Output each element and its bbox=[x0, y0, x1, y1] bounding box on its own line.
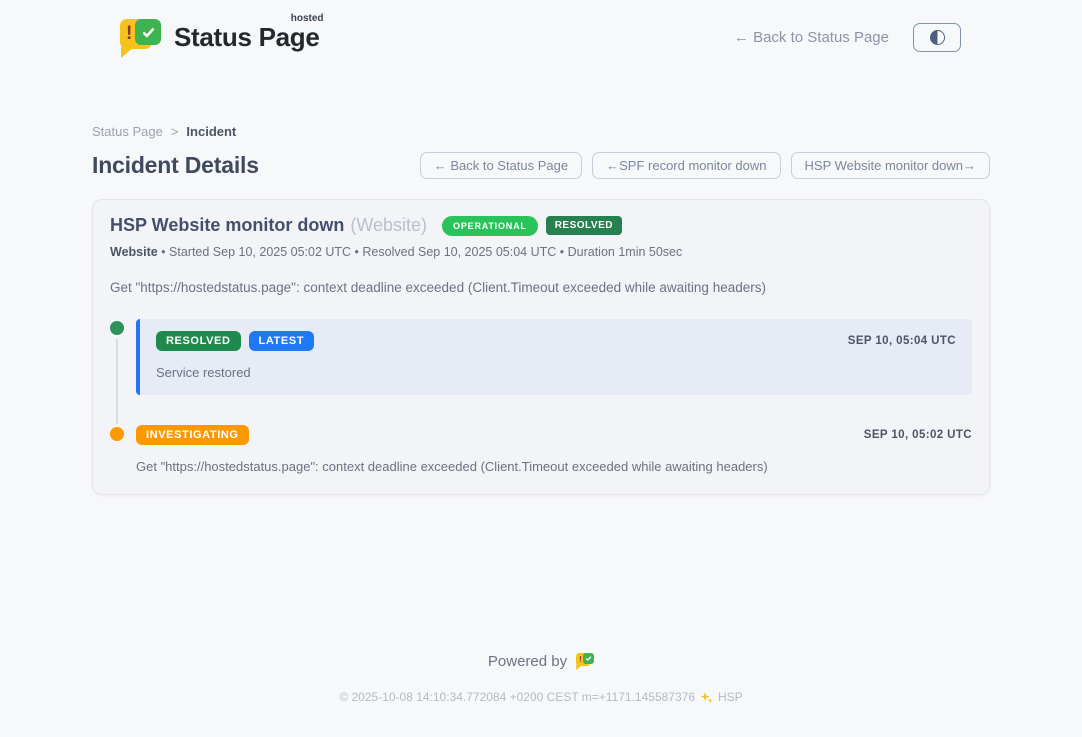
timeline-dot-investigating bbox=[110, 427, 124, 441]
timeline-message: Get "https://hostedstatus.page": context… bbox=[136, 459, 972, 474]
copyright-line: © 2025-10-08 14:10:34.772084 +0200 CEST … bbox=[0, 690, 1082, 704]
header-back-to-status-page-link[interactable]: ← Back to Status Page bbox=[734, 29, 889, 46]
timeline-timestamp: SEP 10, 05:04 UTC bbox=[848, 335, 956, 347]
resolved-state-badge: RESOLVED bbox=[546, 216, 622, 235]
copyright-brand: HSP bbox=[718, 690, 743, 704]
main-content: Status Page > Incident Incident Details … bbox=[92, 124, 990, 495]
powered-by-label: Powered by bbox=[488, 653, 567, 670]
operational-status-badge: OPERATIONAL bbox=[442, 216, 538, 236]
breadcrumb: Status Page > Incident bbox=[92, 124, 990, 139]
page-title: Incident Details bbox=[92, 152, 259, 179]
logo-check-icon bbox=[135, 19, 161, 45]
footer: Powered by ! © 2025-10-08 14:10:34.77208… bbox=[0, 652, 1082, 704]
incident-title: HSP Website monitor down bbox=[110, 215, 344, 236]
timeline-update-resolved: RESOLVED LATEST SEP 10, 05:04 UTC Servic… bbox=[136, 319, 972, 395]
half-circle-theme-icon bbox=[930, 30, 945, 45]
breadcrumb-status-page-link[interactable]: Status Page bbox=[92, 124, 163, 139]
incident-description: Get "https://hostedstatus.page": context… bbox=[110, 280, 972, 295]
timeline-entry: INVESTIGATING SEP 10, 05:02 UTC Get "htt… bbox=[110, 425, 972, 474]
incident-timeline: RESOLVED LATEST SEP 10, 05:04 UTC Servic… bbox=[110, 319, 972, 474]
brand-hosted-label: hosted bbox=[291, 13, 324, 24]
meta-service-label: Website bbox=[110, 245, 158, 259]
resolved-badge: RESOLVED bbox=[156, 331, 241, 351]
back-to-status-page-button[interactable]: ← Back to Status Page bbox=[420, 152, 582, 179]
next-incident-button[interactable]: HSP Website monitor down→ bbox=[791, 152, 990, 179]
latest-badge: LATEST bbox=[249, 331, 315, 351]
timeline-connector-line bbox=[116, 339, 118, 431]
status-page-logo-icon: ! bbox=[120, 16, 162, 58]
incident-card: HSP Website monitor down (Website) OPERA… bbox=[92, 199, 990, 495]
incident-meta: Website • Started Sep 10, 2025 05:02 UTC… bbox=[110, 245, 972, 259]
sparkles-icon bbox=[700, 691, 713, 704]
timeline-dot-resolved bbox=[110, 321, 124, 335]
copyright-text: © 2025-10-08 14:10:34.772084 +0200 CEST … bbox=[339, 690, 695, 704]
incident-service-name: (Website) bbox=[350, 215, 427, 236]
timeline-timestamp: SEP 10, 05:02 UTC bbox=[864, 429, 972, 441]
logo-check-icon bbox=[583, 653, 594, 664]
incident-nav-buttons: ← Back to Status Page ←SPF record monito… bbox=[420, 152, 990, 179]
prev-incident-button[interactable]: ←SPF record monitor down bbox=[592, 152, 780, 179]
theme-toggle-button[interactable] bbox=[913, 23, 961, 52]
footer-status-page-logo-icon[interactable]: ! bbox=[576, 652, 594, 671]
timeline-update-investigating: INVESTIGATING SEP 10, 05:02 UTC Get "htt… bbox=[136, 425, 972, 474]
brand-logo[interactable]: ! hosted Status Page bbox=[120, 16, 320, 58]
meta-details: • Started Sep 10, 2025 05:02 UTC • Resol… bbox=[158, 245, 683, 259]
header: ! hosted Status Page ← Back to Status Pa… bbox=[0, 0, 1082, 58]
timeline-message: Service restored bbox=[156, 365, 956, 380]
brand-name: hosted Status Page bbox=[174, 22, 320, 53]
breadcrumb-current-incident: Incident bbox=[186, 124, 236, 139]
investigating-badge: INVESTIGATING bbox=[136, 425, 249, 445]
breadcrumb-separator: > bbox=[171, 124, 179, 139]
timeline-entry: RESOLVED LATEST SEP 10, 05:04 UTC Servic… bbox=[110, 319, 972, 395]
